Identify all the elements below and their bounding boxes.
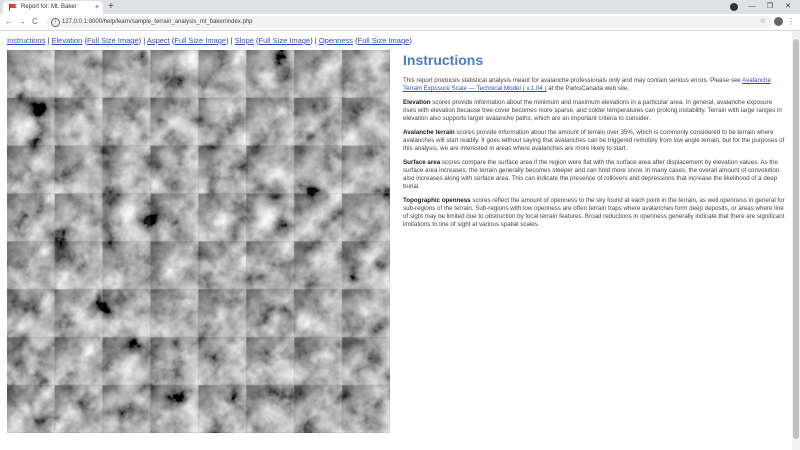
nav-separator: | [314,36,317,45]
scrollbar-thumb[interactable] [793,39,799,439]
nav-aspect-link[interactable]: Aspect [147,36,170,45]
nav-separator: | [47,36,50,45]
intro-paragraph: This report produces statistical analysi… [403,77,786,93]
nav-slope-link[interactable]: Slope [235,36,254,45]
elevation-text: scores provide information about the min… [403,99,782,122]
minimize-button[interactable]: — [744,0,760,14]
address-bar[interactable]: i 127.0.0.1:8000/help/learn/sample_terra… [46,16,772,28]
surface-area-term: Surface area [403,159,441,166]
instructions-panel: Instructions This report produces statis… [403,52,786,235]
page-title: Instructions [403,52,484,68]
terrain-elevation-image [7,50,390,433]
nav-elevation-link[interactable]: Elevation [52,36,83,45]
browser-menu-icon[interactable]: ⋮ [787,14,795,30]
account-icon[interactable] [774,17,783,26]
back-button[interactable]: ← [3,14,15,30]
nav-instructions-link[interactable]: Instructions [7,36,45,45]
elevation-paragraph: Elevation scores provide information abo… [403,99,786,123]
elevation-term: Elevation [403,99,431,106]
openness-paragraph: Topographic openness scores reflect the … [403,197,786,229]
avalanche-terrain-term: Avalanche terrain [403,129,455,136]
browser-toolbar: ← → C i 127.0.0.1:8000/help/learn/sample… [0,14,800,31]
nav-openness-full-link[interactable]: Full Size Image [358,36,410,45]
avalanche-terrain-text: scores provide information about the amo… [403,129,785,152]
maximize-button[interactable]: ❐ [762,0,778,14]
nav-openness-link[interactable]: Openness [319,36,353,45]
close-window-button[interactable]: ✕ [780,0,796,14]
reload-button[interactable]: C [29,14,41,30]
url-text[interactable]: 127.0.0.1:8000/help/learn/sample_terrain… [62,16,252,28]
page-scrollbar[interactable] [792,31,800,450]
report-nav: Instructions | Elevation (Full Size Imag… [7,36,412,45]
flag-favicon-icon [9,4,17,11]
intro-after-text: at the ParksCanada web site. [548,85,630,92]
bookmark-star-icon[interactable]: ☆ [760,16,766,28]
nav-slope-full-link[interactable]: Full Size Image [259,36,311,45]
nav-elevation-full-link[interactable]: Full Size Image [87,36,139,45]
surface-area-paragraph: Surface area scores compare the surface … [403,159,786,191]
profile-icon[interactable] [730,3,738,11]
nav-separator: | [143,36,146,45]
avalanche-terrain-paragraph: Avalanche terrain scores provide informa… [403,129,786,153]
tab-close-icon[interactable]: × [95,1,99,14]
tab-title: Report for: Mt. Baker [21,4,77,10]
intro-text: This report produces statistical analysi… [403,77,741,84]
terrain-tile-grid [7,50,390,433]
browser-tab[interactable]: Report for: Mt. Baker × [3,1,103,14]
new-tab-button[interactable]: + [108,0,114,14]
nav-separator: | [230,36,233,45]
openness-term: Topographic openness [403,197,471,204]
nav-aspect-full-link[interactable]: Full Size Image [174,36,226,45]
surface-area-text: scores compare the surface area if the r… [403,159,780,190]
tab-strip: Report for: Mt. Baker × + — ❐ ✕ [0,0,800,14]
forward-button[interactable]: → [16,14,28,30]
site-info-icon[interactable]: i [51,18,60,27]
terrain-tiles-svg [7,50,390,433]
